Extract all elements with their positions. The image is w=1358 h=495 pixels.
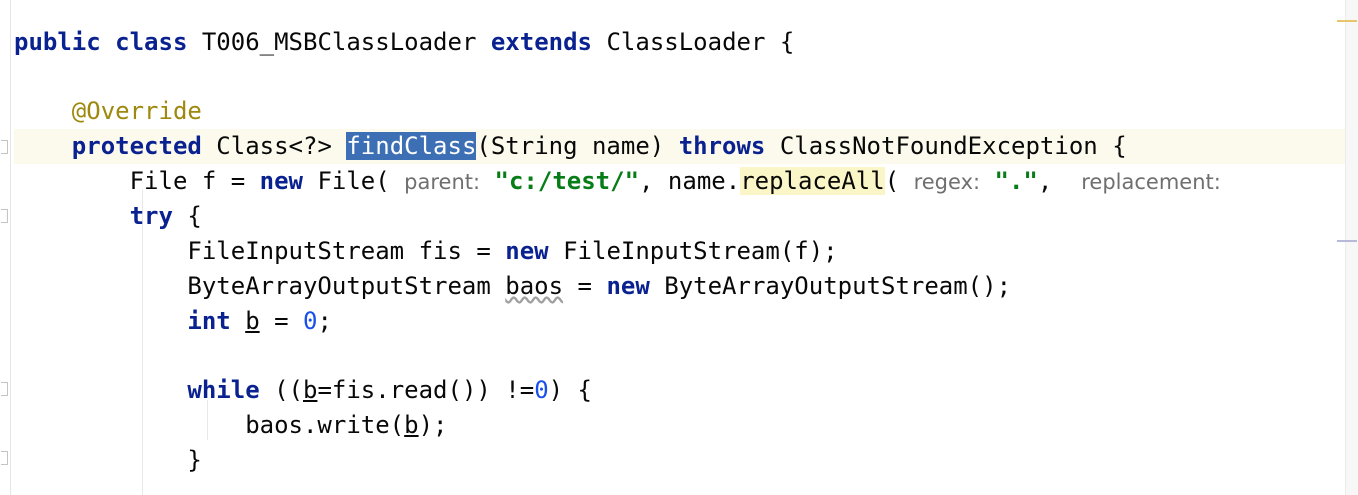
reassigned-variable: b: [303, 376, 318, 404]
return-type: Class<?>: [216, 132, 332, 160]
brace: }: [187, 446, 202, 474]
superclass-name: ClassLoader: [606, 28, 766, 56]
warning-stripe[interactable]: [1337, 20, 1357, 22]
keyword: try: [129, 202, 173, 230]
brace: {: [187, 202, 202, 230]
code-line-try: try {: [14, 199, 1346, 234]
highlighted-call: replaceAll: [740, 167, 885, 195]
exception-name: ClassNotFoundException: [779, 132, 1098, 160]
annotation: @Override: [71, 97, 202, 125]
reassigned-variable: b: [404, 411, 419, 439]
vertical-scrollbar[interactable]: [1337, 0, 1358, 495]
code-text: , name.: [639, 167, 741, 195]
code-text: ) {: [548, 376, 593, 404]
code-line-write: baos.write(b);: [14, 408, 1346, 443]
number-literal: 0: [303, 307, 318, 335]
code-text: FileInputStream fis =: [187, 237, 506, 265]
code-line-file: File f = new File( parent: "c:/test/", n…: [14, 164, 1346, 199]
keyword: int: [187, 307, 231, 335]
code-text: ,: [1037, 167, 1053, 195]
code-line-fis: FileInputStream fis = new FileInputStrea…: [14, 234, 1346, 269]
string-literal: ".": [994, 167, 1038, 195]
params: (String name): [476, 132, 665, 160]
fold-marker[interactable]: [1, 209, 8, 223]
code-line-while: while ((b=fis.read()) !=0) {: [14, 373, 1346, 408]
code-editor[interactable]: public class T006_MSBClassLoader extends…: [14, 0, 1346, 495]
keyword: class: [115, 28, 188, 56]
code-text: FileInputStream(f);: [563, 237, 838, 265]
keyword: while: [187, 376, 260, 404]
code-text: (: [884, 167, 900, 195]
keyword: extends: [490, 28, 593, 56]
brace: {: [1112, 132, 1127, 160]
class-name: T006_MSBClassLoader: [201, 28, 477, 56]
code-text: ((: [274, 376, 303, 404]
code-text: ByteArrayOutputStream: [187, 272, 506, 300]
code-text: =: [259, 307, 304, 335]
code-text: );: [418, 411, 448, 439]
selected-method-name[interactable]: findClass: [346, 132, 477, 160]
keyword: protected: [71, 132, 202, 160]
parameter-hint: replacement:: [1081, 170, 1221, 194]
code-line-int: int b = 0;: [14, 304, 1346, 339]
fold-marker[interactable]: [1, 451, 8, 465]
keyword: throws: [678, 132, 766, 160]
editor-gutter[interactable]: [0, 0, 11, 495]
code-line-close-brace: }: [14, 443, 1346, 478]
code-text: ;: [317, 307, 332, 335]
keyword: public: [14, 28, 101, 56]
keyword: new: [259, 167, 303, 195]
code-line-method: protected Class<?> findClass(String name…: [14, 129, 1346, 164]
code-line-annotation: @Override: [14, 94, 1346, 129]
code-text: ByteArrayOutputStream();: [664, 272, 1012, 300]
code-text: File(: [317, 167, 390, 195]
parameter-hint: regex:: [913, 170, 981, 194]
parameter-hint: parent:: [404, 170, 481, 194]
keyword: new: [606, 272, 650, 300]
code-text: =: [563, 272, 607, 300]
code-line-baos: ByteArrayOutputStream baos = new ByteArr…: [14, 269, 1346, 304]
number-literal: 0: [534, 376, 549, 404]
variable-warning: baos: [505, 272, 564, 300]
brace: {: [779, 28, 795, 56]
code-text: =fis.read()) !=: [317, 376, 535, 404]
fold-marker[interactable]: [1, 382, 8, 396]
string-literal: "c:/test/": [494, 167, 640, 195]
fold-marker[interactable]: [1, 140, 8, 154]
code-line-1: public class T006_MSBClassLoader extends…: [14, 25, 1346, 60]
code-text: baos.write(: [245, 411, 405, 439]
usage-stripe[interactable]: [1337, 240, 1357, 242]
reassigned-variable: b: [245, 307, 260, 335]
keyword: new: [505, 237, 549, 265]
code-text: File f =: [129, 167, 260, 195]
